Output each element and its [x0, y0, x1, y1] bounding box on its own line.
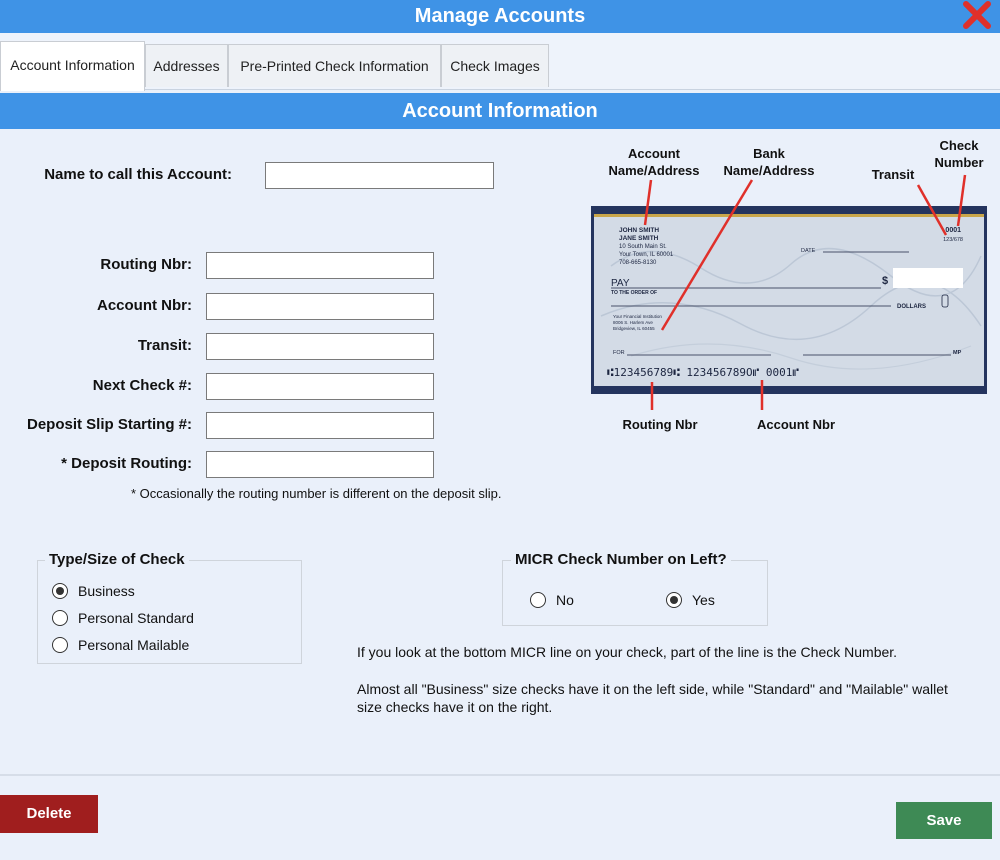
tab-check-images[interactable]: Check Images	[441, 44, 549, 87]
check-owner-line5: 708-665-8130	[619, 260, 657, 266]
tab-addresses[interactable]: Addresses	[145, 44, 228, 87]
account-name-callout-line1: Account	[628, 146, 680, 161]
next-check-label: Next Check #:	[92, 377, 192, 394]
check-number-callout-line1: Check	[939, 138, 979, 153]
title-bar: Manage Accounts	[0, 0, 1000, 33]
section-title: Account Information	[0, 93, 1000, 129]
check-bank-line2: 8006 S. Harlem Ave	[613, 320, 653, 325]
check-owner-line3: 10 South Main St.	[619, 244, 667, 250]
footer-divider	[0, 774, 1000, 776]
account-nbr-callout: Account Nbr	[757, 417, 835, 432]
check-owner-line4: Your Town, IL 60001	[619, 252, 674, 258]
account-name-input[interactable]	[265, 162, 494, 189]
save-button[interactable]: Save	[896, 802, 992, 839]
check-number-callout-line2: Number	[934, 155, 984, 170]
radio-personal-mailable-label: Personal Mailable	[78, 637, 190, 653]
bank-name-callout-line1: Bank	[753, 146, 785, 161]
check-micr-line: ⑆123456789⑆ 123456789O⑈ 0001⑈	[607, 366, 799, 379]
account-name-label: Name to call this Account:	[44, 166, 232, 183]
check-owner-line2: JANE SMITH	[619, 235, 659, 242]
routing-nbr-input[interactable]	[206, 252, 434, 279]
check-bank-line1: Your Financial Institution	[613, 314, 662, 319]
account-nbr-label: Account Nbr:	[97, 297, 192, 314]
radio-button-business[interactable]	[52, 583, 68, 599]
check-bank-line3: Bridgeview, IL 60455	[613, 326, 655, 331]
radio-personal-standard[interactable]: Personal Standard	[52, 610, 194, 626]
routing-nbr-callout: Routing Nbr	[622, 417, 698, 432]
radio-micr-no-label: No	[556, 592, 574, 608]
check-owner-line1: JOHN SMITH	[619, 227, 659, 234]
next-check-input[interactable]	[206, 373, 434, 400]
radio-business-label: Business	[78, 583, 135, 599]
account-name-callout: Account Name/Address	[596, 145, 712, 179]
micr-left-legend: MICR Check Number on Left?	[511, 551, 731, 568]
account-name-callout-line2: Name/Address	[608, 163, 700, 178]
check-pay-label: PAY	[611, 278, 630, 289]
routing-nbr-label: Routing Nbr:	[100, 256, 192, 273]
check-transit-printed: 123/678	[943, 237, 963, 243]
transit-label: Transit:	[137, 337, 192, 354]
tab-account-information[interactable]: Account Information	[0, 41, 145, 91]
deposit-routing-input[interactable]	[206, 451, 434, 478]
tab-pre-printed-check-information[interactable]: Pre-Printed Check Information	[228, 44, 441, 87]
deposit-slip-input[interactable]	[206, 412, 434, 439]
check-dollar-sign: $	[882, 275, 888, 287]
deposit-slip-label: Deposit Slip Starting #:	[26, 416, 192, 433]
radio-button-personal-mailable[interactable]	[52, 637, 68, 653]
transit-callout: Transit	[871, 167, 915, 182]
transit-input[interactable]	[206, 333, 434, 360]
radio-micr-no[interactable]: No	[530, 592, 574, 608]
radio-button-micr-yes[interactable]	[666, 592, 682, 608]
micr-info-line1: If you look at the bottom MICR line on y…	[357, 644, 898, 660]
check-date-label: DATE	[801, 248, 816, 254]
check-mp-label: MP	[953, 350, 962, 356]
account-nbr-input[interactable]	[206, 293, 434, 320]
radio-button-personal-standard[interactable]	[52, 610, 68, 626]
radio-micr-yes-label: Yes	[692, 592, 715, 608]
radio-personal-standard-label: Personal Standard	[78, 610, 194, 626]
tab-bar: Account Information Addresses Pre-Printe…	[0, 33, 1000, 91]
check-dollars-label: DOLLARS	[897, 304, 926, 310]
bank-name-callout-line2: Name/Address	[723, 163, 815, 178]
micr-info-line2: Almost all "Business" size checks have i…	[357, 681, 948, 715]
deposit-routing-label: * Deposit Routing:	[61, 455, 192, 472]
radio-micr-yes[interactable]: Yes	[666, 592, 715, 608]
close-icon[interactable]	[960, 0, 994, 30]
window-title: Manage Accounts	[414, 5, 586, 27]
check-type-legend: Type/Size of Check	[45, 551, 189, 568]
radio-personal-mailable[interactable]: Personal Mailable	[52, 637, 189, 653]
check-order-label: TO THE ORDER OF	[611, 290, 657, 296]
check-number-printed: 0001	[945, 227, 961, 234]
radio-business[interactable]: Business	[52, 583, 135, 599]
sample-check-image: JOHN SMITH JANE SMITH 10 South Main St. …	[591, 206, 987, 394]
bank-name-callout: Bank Name/Address	[712, 145, 826, 179]
radio-button-micr-no[interactable]	[530, 592, 546, 608]
delete-button[interactable]: Delete	[0, 795, 98, 833]
check-for-label: FOR	[613, 350, 625, 356]
check-number-callout: Check Number	[928, 137, 990, 171]
deposit-routing-note: * Occasionally the routing number is dif…	[131, 486, 502, 501]
